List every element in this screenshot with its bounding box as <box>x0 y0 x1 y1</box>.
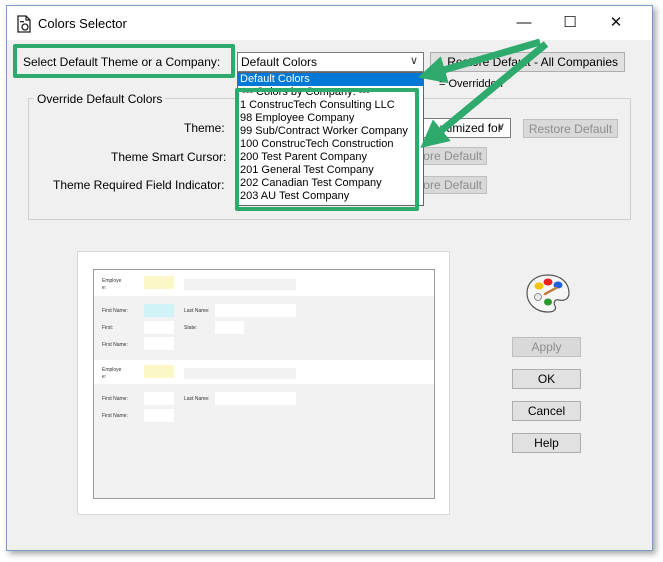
dropdown-item-company[interactable]: 200 Test Parent Company <box>238 151 423 164</box>
preview-employee-label: Employe <box>102 367 122 373</box>
dropdown-item-header: --- Colors by Company: --- <box>242 86 370 98</box>
preview-required-field <box>144 365 174 378</box>
preview-first-name-label: First Name: <box>102 396 128 402</box>
chevron-down-icon: ∨ <box>409 55 418 67</box>
theme-restore-default-button[interactable]: Restore Default <box>523 119 618 138</box>
restore-default-all-companies-button[interactable]: Restore Default - All Companies <box>430 52 625 72</box>
select-theme-label: Select Default Theme or a Company: <box>23 55 221 69</box>
preview-field <box>215 304 296 317</box>
dropdown-item-company[interactable]: 202 Canadian Test Company <box>238 177 423 190</box>
preview-field <box>215 321 244 334</box>
dropdown-item-company[interactable]: 203 AU Test Company <box>238 190 423 203</box>
paint-palette-icon <box>526 274 570 313</box>
title-bar[interactable]: Colors Selector — ☐ ✕ <box>7 6 652 40</box>
help-button[interactable]: Help <box>512 433 581 453</box>
cancel-button[interactable]: Cancel <box>512 401 581 421</box>
preview-field <box>144 409 174 422</box>
chevron-down-icon: ∨ <box>496 121 505 133</box>
preview-state-label: State: <box>184 325 198 331</box>
close-button[interactable]: ✕ <box>593 6 639 38</box>
preview-first-name-label: First Name: <box>102 308 128 314</box>
preview-form: Employe e: First Name: Last Name: First:… <box>93 269 435 499</box>
smart-cursor-restore-default-button[interactable]: ore Default <box>414 147 487 165</box>
overridden-legend: = Overridden <box>439 78 503 90</box>
theme-combo[interactable]: (optimized for ∨ <box>421 118 511 138</box>
theme-company-combo[interactable]: Default Colors ∨ <box>237 52 424 72</box>
preview-field <box>184 368 296 379</box>
maximize-button[interactable]: ☐ <box>547 6 593 38</box>
group-title: Override Default Colors <box>34 92 166 106</box>
preview-employee-label: Employe <box>102 278 122 284</box>
ok-button[interactable]: OK <box>512 369 581 389</box>
dropdown-item-company[interactable]: 201 General Test Company <box>238 164 423 177</box>
color-preview-panel: Employe e: First Name: Last Name: First:… <box>77 251 450 515</box>
preview-last-name-label: Last Name: <box>184 396 210 402</box>
apply-button[interactable]: Apply <box>512 337 581 357</box>
combo-value: Default Colors <box>241 55 318 69</box>
preview-field <box>144 321 174 334</box>
preview-smart-cursor-field <box>144 304 174 317</box>
preview-employee-label-2: e: <box>102 374 107 380</box>
colors-selector-window: Colors Selector — ☐ ✕ Select Default The… <box>6 5 653 551</box>
required-field-restore-default-button[interactable]: ore Default <box>414 176 487 194</box>
dropdown-item-default-colors[interactable]: Default Colors <box>238 73 423 86</box>
preview-first-label: First: <box>102 325 114 331</box>
theme-combo-value: (optimized for <box>429 121 502 135</box>
preview-first-name-label: First Name: <box>102 342 128 348</box>
dropdown-item-company[interactable]: 100 ConstrucTech Construction <box>238 138 423 151</box>
preview-field <box>144 337 174 350</box>
preview-field <box>144 392 174 405</box>
window-title: Colors Selector <box>38 16 127 31</box>
preview-field <box>184 279 296 290</box>
required-field-label: Theme Required Field Indicator: <box>53 178 225 192</box>
theme-label: Theme: <box>184 121 225 135</box>
dropdown-item-company[interactable]: 1 ConstrucTech Consulting LLC <box>238 99 423 112</box>
document-gear-icon <box>17 15 31 33</box>
preview-required-field <box>144 276 174 289</box>
preview-field <box>215 392 296 405</box>
preview-last-name-label: Last Name: <box>184 308 210 314</box>
preview-first-name-label: First Name: <box>102 413 128 419</box>
preview-employee-label-2: e: <box>102 285 107 291</box>
dropdown-item-company[interactable]: 98 Employee Company <box>238 112 423 125</box>
smart-cursor-label: Theme Smart Cursor: <box>111 150 227 164</box>
theme-company-dropdown-list[interactable]: Default Colors --- Colors by Company: --… <box>237 72 424 206</box>
minimize-button[interactable]: — <box>501 6 547 38</box>
dropdown-item-company[interactable]: 99 Sub/Contract Worker Company <box>238 125 423 138</box>
